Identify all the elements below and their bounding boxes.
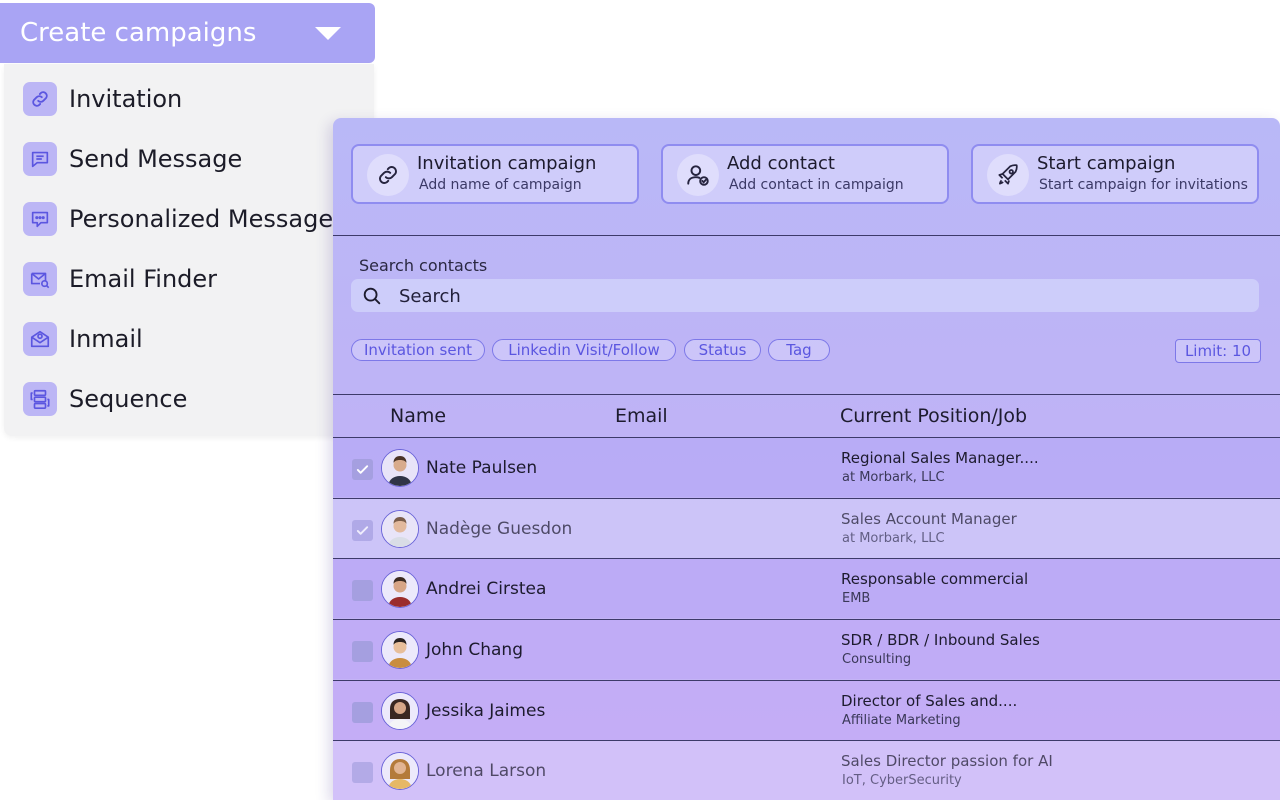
contact-position: Sales Director passion for AI [841,752,1053,770]
contact-name: Jessika Jaimes [426,701,546,721]
table-row[interactable]: Nadège Guesdon Sales Account Manager at … [333,498,1280,558]
table-row[interactable]: Jessika Jaimes Director of Sales and....… [333,680,1280,740]
row-checkbox[interactable] [352,520,373,541]
menu-item-personalized-message[interactable]: Personalized Message [23,199,333,239]
contact-company: EMB [842,591,871,606]
contact-position: Responsable commercial [841,570,1029,588]
sequence-icon [23,382,57,416]
table-row[interactable]: John Chang SDR / BDR / Inbound Sales Con… [333,619,1280,679]
avatar [381,752,419,790]
step-subtitle: Add contact in campaign [729,177,904,193]
menu-item-label: Sequence [69,385,188,413]
menu-item-sequence[interactable]: Sequence [23,379,187,419]
inmail-icon [23,322,57,356]
create-campaigns-dropdown[interactable]: Create campaigns [0,3,375,63]
column-header-name[interactable]: Name [390,405,446,427]
contact-position: Sales Account Manager [841,510,1017,528]
contact-company: at Morbark, LLC [842,470,945,485]
check-icon [356,465,369,474]
menu-item-label: Email Finder [69,265,218,293]
divider [333,394,1280,395]
column-header-email[interactable]: Email [615,405,668,427]
menu-item-label: Send Message [69,145,243,173]
contact-position: Regional Sales Manager.... [841,449,1039,467]
step-add-contact[interactable]: Add contact Add contact in campaign [661,144,949,204]
caret-down-icon [315,27,341,40]
message-icon [23,142,57,176]
contact-name: John Chang [426,640,523,660]
filter-invitation-sent[interactable]: Invitation sent [351,339,485,361]
filter-tag[interactable]: Tag [768,339,830,361]
filter-status[interactable]: Status [684,339,761,361]
menu-item-email-finder[interactable]: Email Finder [23,259,217,299]
contact-company: IoT, CyberSecurity [842,773,962,788]
avatar [381,510,419,548]
contact-company: Affiliate Marketing [842,713,961,728]
rocket-icon [987,154,1029,196]
avatar [381,692,419,730]
menu-item-invitation[interactable]: Invitation [23,79,182,119]
step-invitation-campaign[interactable]: Invitation campaign Add name of campaign [351,144,639,204]
link-icon [23,82,57,116]
contact-name: Lorena Larson [426,761,547,781]
column-header-position[interactable]: Current Position/Job [840,405,1027,427]
contact-position: SDR / BDR / Inbound Sales [841,631,1040,649]
avatar [381,570,419,608]
user-check-icon [677,154,719,196]
table-row[interactable]: Nate Paulsen Regional Sales Manager.... … [333,437,1280,497]
avatar [381,631,419,669]
menu-item-inmail[interactable]: Inmail [23,319,143,359]
table-row[interactable]: Lorena Larson Sales Director passion for… [333,740,1280,800]
menu-item-label: Personalized Message [69,205,334,233]
link-icon [367,154,409,196]
row-checkbox[interactable] [352,580,373,601]
contact-company: at Morbark, LLC [842,531,945,546]
menu-item-label: Inmail [69,325,143,353]
row-checkbox[interactable] [352,762,373,783]
divider [333,235,1280,236]
campaign-type-menu: Invitation Send Message Personalized Mes… [4,64,374,436]
menu-item-label: Invitation [69,85,183,113]
row-checkbox[interactable] [352,702,373,723]
row-checkbox[interactable] [352,459,373,480]
limit-selector[interactable]: Limit: 10 [1175,339,1261,363]
step-title: Start campaign [1037,153,1176,174]
avatar [381,449,419,487]
dropdown-title: Create campaigns [20,18,257,48]
contact-name: Nadège Guesdon [426,519,573,539]
menu-item-send-message[interactable]: Send Message [23,139,242,179]
search-input[interactable] [397,279,1221,314]
step-title: Add contact [727,153,835,174]
mail-search-icon [23,262,57,296]
step-start-campaign[interactable]: Start campaign Start campaign for invita… [971,144,1259,204]
contact-name: Andrei Cirstea [426,579,547,599]
filter-linkedin-visit-follow[interactable]: Linkedin Visit/Follow [492,339,676,361]
step-subtitle: Add name of campaign [419,177,582,193]
step-subtitle: Start campaign for invitations [1039,177,1248,193]
chat-dots-icon [23,202,57,236]
step-title: Invitation campaign [417,153,597,174]
search-box [351,279,1259,314]
check-icon [356,526,369,535]
contact-name: Nate Paulsen [426,458,538,478]
row-checkbox[interactable] [352,641,373,662]
contact-company: Consulting [842,652,912,667]
table-row[interactable]: Andrei Cirstea Responsable commercial EM… [333,558,1280,618]
campaign-panel: Invitation campaign Add name of campaign… [333,118,1280,800]
search-icon [363,287,381,305]
search-label: Search contacts [359,256,488,275]
contact-position: Director of Sales and.... [841,692,1018,710]
